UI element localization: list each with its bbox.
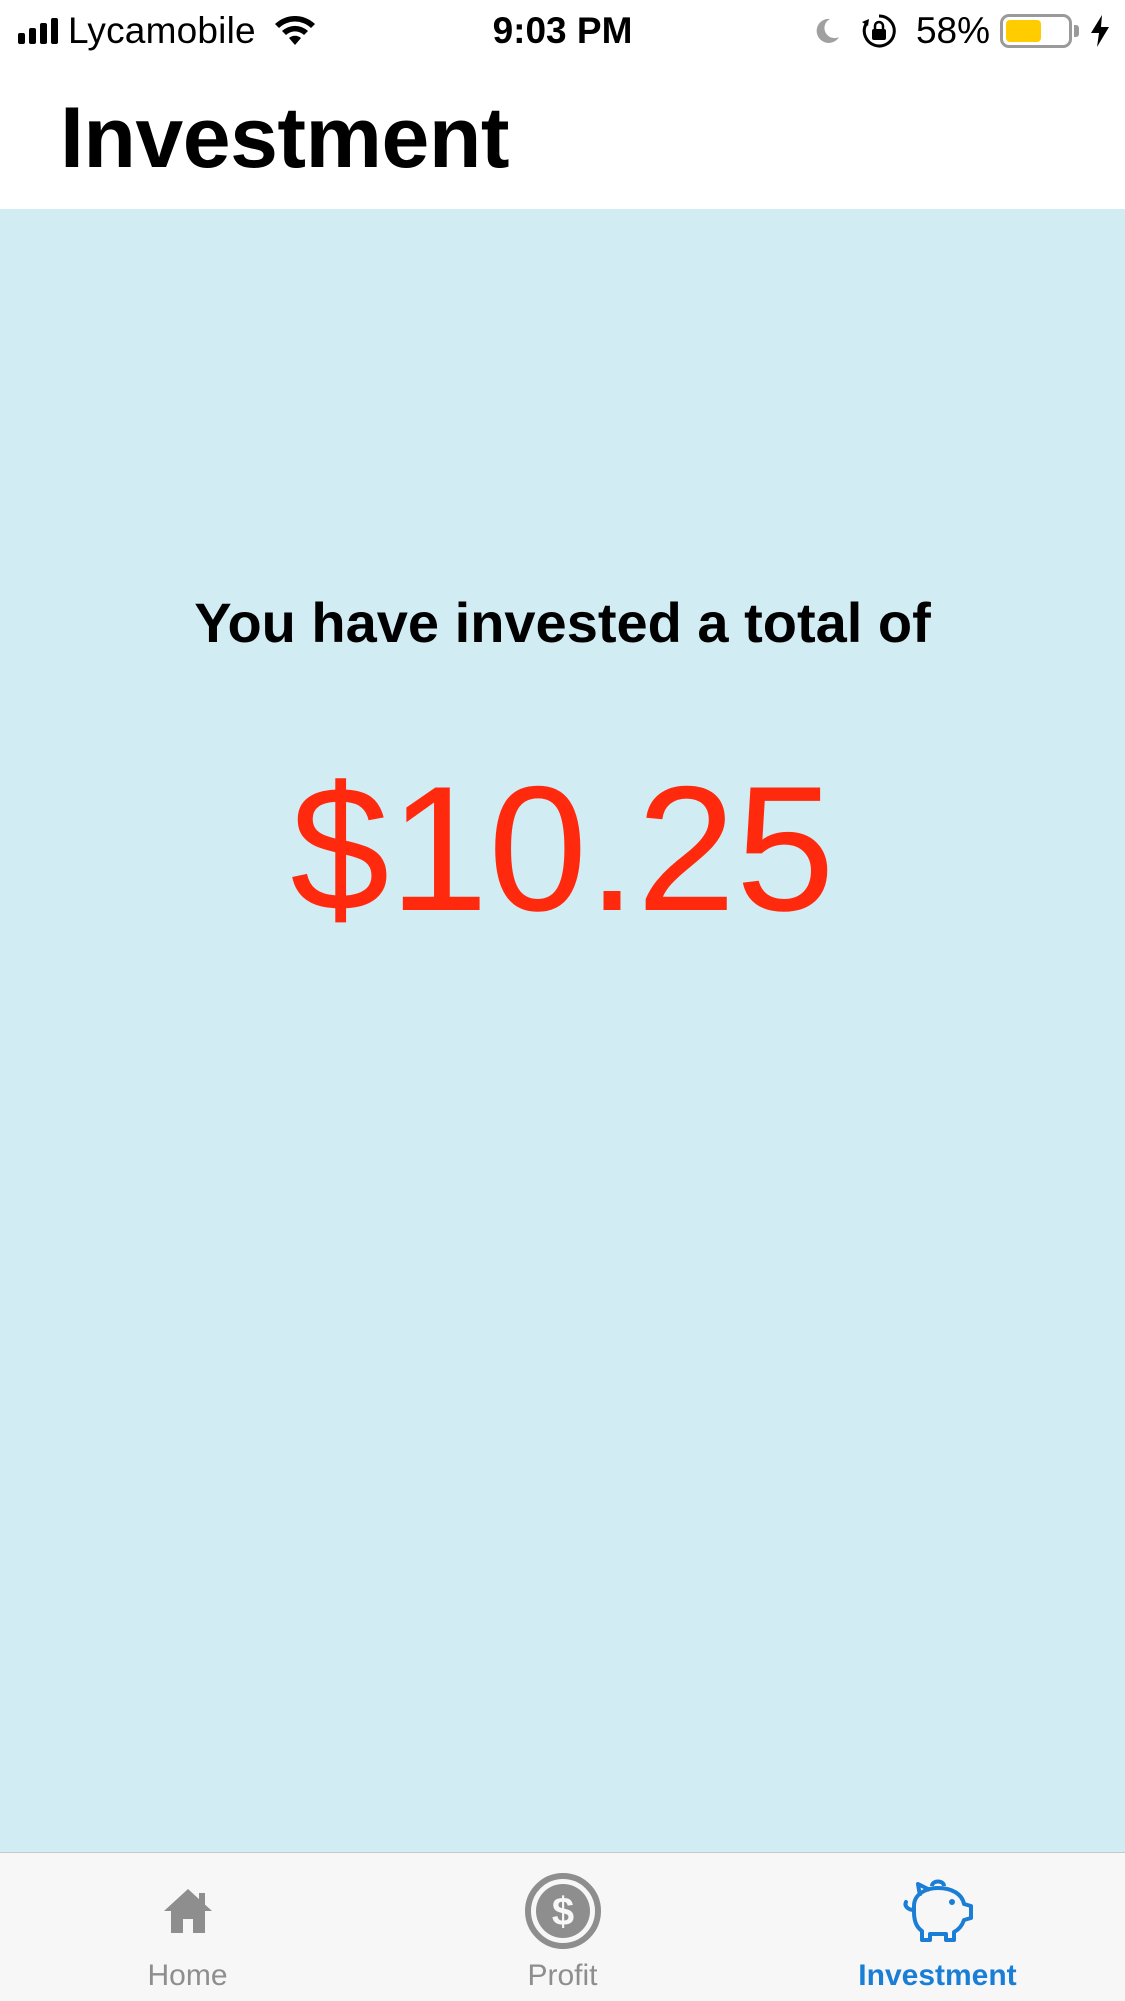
dollar-icon: $ [523,1871,603,1951]
investment-headline: You have invested a total of [194,591,931,654]
tab-bar: Home $ Profit Investment [0,1852,1125,2001]
tab-investment[interactable]: Investment [750,1853,1125,2001]
moon-icon [816,18,839,43]
app-screen: Lycamobile 9:03 PM 58% Investment You ha… [0,0,1125,2001]
charging-bolt-icon [1091,15,1109,47]
svg-text:$: $ [551,1890,573,1934]
status-bar: Lycamobile 9:03 PM 58% [0,0,1125,62]
rotation-lock-icon [861,14,896,48]
battery-icon [1000,14,1072,48]
tab-home[interactable]: Home [0,1853,375,2001]
battery-level-fill [1006,20,1041,42]
tab-investment-label: Investment [858,1959,1017,1992]
piggy-bank-icon [898,1871,978,1951]
tab-profit-label: Profit [527,1959,598,1992]
battery-percentage: 58% [915,10,990,51]
page-title: Investment [60,90,510,186]
battery-cap [1074,25,1079,37]
investment-total-amount: $10.25 [290,749,835,948]
tab-home-label: Home [147,1959,228,1992]
home-icon [148,1871,228,1951]
tab-profit[interactable]: $ Profit [375,1853,750,2001]
status-right: 58% [812,8,1111,54]
investment-summary-panel: You have invested a total of $10.25 [0,209,1125,1852]
